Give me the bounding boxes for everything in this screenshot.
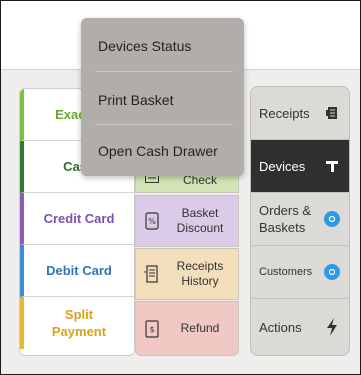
devices-nav-label: Devices: [259, 158, 306, 174]
debit-card-label: Debit Card: [46, 263, 112, 278]
credit-card-button[interactable]: Credit Card: [20, 193, 134, 245]
customers-badge-icon: [321, 264, 343, 280]
devices-icon: [321, 159, 343, 173]
actions-nav-button[interactable]: Actions: [251, 299, 349, 355]
svg-text:$: $: [149, 325, 154, 334]
receipts-history-label: Receipts History: [176, 259, 224, 288]
debit-card-button[interactable]: Debit Card: [20, 245, 134, 297]
receipts-history-icon: [140, 265, 164, 283]
menu-item-open-cash-drawer-label: Open Cash Drawer: [98, 143, 218, 159]
customers-nav-button[interactable]: Customers: [251, 246, 349, 299]
credit-card-label: Credit Card: [43, 211, 115, 226]
svg-text:%: %: [148, 217, 156, 226]
devices-dropdown-menu: Devices Status Print Basket Open Cash Dr…: [81, 18, 244, 176]
lightning-icon: [321, 318, 343, 336]
menu-divider: [95, 124, 233, 125]
split-payment-button[interactable]: Split Payment: [20, 297, 134, 349]
menu-item-devices-status[interactable]: Devices Status: [81, 37, 244, 55]
refund-label: Refund: [180, 321, 220, 335]
navigation-panel: Receipts Devices Orders & Baskets Custom…: [250, 86, 350, 356]
receipts-history-button[interactable]: Receipts History: [135, 248, 239, 300]
menu-item-print-basket-label: Print Basket: [98, 92, 174, 108]
menu-item-devices-status-label: Devices Status: [98, 38, 192, 54]
basket-discount-label: Basket Discount: [176, 206, 224, 235]
discount-tag-icon: %: [140, 212, 164, 230]
refund-button[interactable]: $ Refund: [135, 301, 239, 356]
devices-nav-button[interactable]: Devices: [251, 140, 349, 193]
receipts-nav-label: Receipts: [259, 105, 310, 121]
orders-baskets-nav-button[interactable]: Orders & Baskets: [251, 193, 349, 246]
menu-divider: [95, 71, 233, 72]
split-payment-label: Split Payment: [51, 307, 107, 339]
menu-item-open-cash-drawer[interactable]: Open Cash Drawer: [81, 142, 244, 160]
menu-item-print-basket[interactable]: Print Basket: [81, 91, 244, 109]
orders-badge-icon: [321, 211, 343, 227]
refund-icon: $: [140, 319, 164, 338]
orders-baskets-nav-label: Orders & Baskets: [259, 203, 312, 235]
receipt-icon: [321, 106, 343, 120]
receipts-nav-button[interactable]: Receipts: [251, 87, 349, 140]
actions-nav-label: Actions: [259, 319, 302, 335]
customers-nav-label: Customers: [259, 265, 313, 278]
basket-discount-button[interactable]: % Basket Discount: [135, 195, 239, 247]
